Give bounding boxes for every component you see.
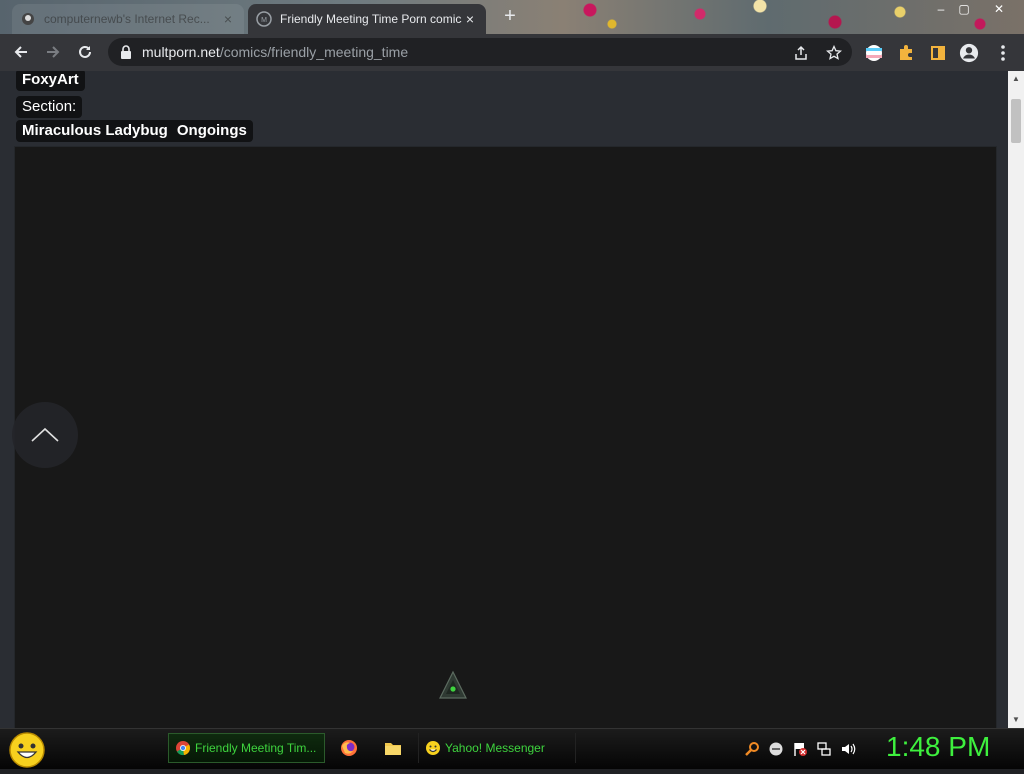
back-button[interactable] <box>8 39 34 65</box>
start-button[interactable] <box>8 731 46 769</box>
scroll-to-top-button[interactable] <box>12 402 78 468</box>
tray-messenger-icon[interactable] <box>768 741 784 757</box>
tab-title: Friendly Meeting Time Porn comics <box>280 12 462 26</box>
tab-close-icon[interactable]: × <box>462 11 478 27</box>
window-minimize-button[interactable]: – <box>932 2 950 16</box>
section-tag-link[interactable]: Miraculous Ladybug <box>22 120 168 142</box>
profile-icon[interactable] <box>959 43 979 63</box>
scroll-down-arrow-icon[interactable]: ▼ <box>1008 712 1024 728</box>
side-panel-icon[interactable] <box>928 43 948 63</box>
window-close-button[interactable]: ✕ <box>990 2 1008 16</box>
window-maximize-button[interactable]: ▢ <box>955 2 973 16</box>
tray-network-icon[interactable] <box>816 741 832 757</box>
chevron-up-icon <box>31 427 59 442</box>
url-path: /comics/friendly_meeting_time <box>219 44 409 60</box>
smiley-start-icon <box>9 732 45 768</box>
reload-icon <box>79 45 91 58</box>
browser-toolbar: multporn.net/comics/friendly_meeting_tim… <box>0 34 1024 71</box>
tab-inactive[interactable]: computernewb's Internet Rec... × <box>12 4 244 34</box>
vertical-scrollbar[interactable]: ▲ ▼ <box>1008 71 1024 728</box>
tray-volume-icon[interactable] <box>840 741 856 757</box>
comic-image-frame <box>14 146 997 728</box>
scroll-up-arrow-icon[interactable]: ▲ <box>1008 71 1024 87</box>
folder-icon <box>385 743 401 755</box>
share-icon[interactable] <box>792 44 810 62</box>
scrollbar-thumb[interactable] <box>1011 99 1021 143</box>
reload-button[interactable] <box>72 39 98 65</box>
section-tag-link[interactable]: Ongoings <box>177 120 247 142</box>
taskbar-item-firefox[interactable] <box>334 733 364 763</box>
tab-strip: computernewb's Internet Rec... × M Frien… <box>0 0 1024 34</box>
svg-text:M: M <box>261 17 267 24</box>
tray-search-icon[interactable] <box>744 741 760 757</box>
back-arrow-icon <box>14 46 27 58</box>
page-viewport: FoxyArt Section: Miraculous Ladybug Ongo… <box>0 71 1008 728</box>
lock-icon[interactable] <box>118 44 134 60</box>
url-host: multporn.net <box>142 44 220 60</box>
taskbar-clock[interactable]: 1:48 PM <box>886 731 990 763</box>
flag-extension-icon[interactable] <box>864 43 884 63</box>
chrome-icon <box>176 741 190 756</box>
section-label: Section: <box>16 96 83 118</box>
author-link[interactable]: FoxyArt <box>16 71 85 91</box>
taskbar-item-label: Friendly Meeting Tim... <box>195 741 317 755</box>
taskbar-item-folder[interactable] <box>378 733 408 763</box>
tab-title: computernewb's Internet Rec... <box>44 12 210 26</box>
tab-close-icon[interactable]: × <box>220 11 236 27</box>
yahoo-smiley-icon <box>426 741 440 755</box>
taskbar-item-yahoo-messenger[interactable]: Yahoo! Messenger <box>418 733 576 763</box>
kebab-menu-icon[interactable] <box>993 43 1013 63</box>
tab-favicon-icon: M <box>256 11 272 27</box>
address-bar[interactable]: multporn.net/comics/friendly_meeting_tim… <box>108 38 852 66</box>
tray-action-center-flag-icon[interactable] <box>792 741 808 757</box>
section-tags: Miraculous Ladybug Ongoings <box>16 120 253 142</box>
firefox-icon <box>341 740 357 756</box>
bookmark-star-icon[interactable] <box>825 44 843 62</box>
forward-arrow-icon <box>47 46 60 58</box>
new-tab-button[interactable]: + <box>498 6 522 28</box>
taskbar-item-label: Yahoo! Messenger <box>445 741 545 755</box>
tab-favicon-icon <box>20 11 36 27</box>
taskbar-item-chrome[interactable]: Friendly Meeting Tim... <box>168 733 325 763</box>
puzzle-icon[interactable] <box>896 43 916 63</box>
tab-active[interactable]: M Friendly Meeting Time Porn comics × <box>248 4 486 34</box>
taskbar: Friendly Meeting Tim... Yahoo! Messenger… <box>0 728 1024 769</box>
loading-spinner-icon <box>437 669 469 701</box>
forward-button[interactable] <box>40 39 66 65</box>
